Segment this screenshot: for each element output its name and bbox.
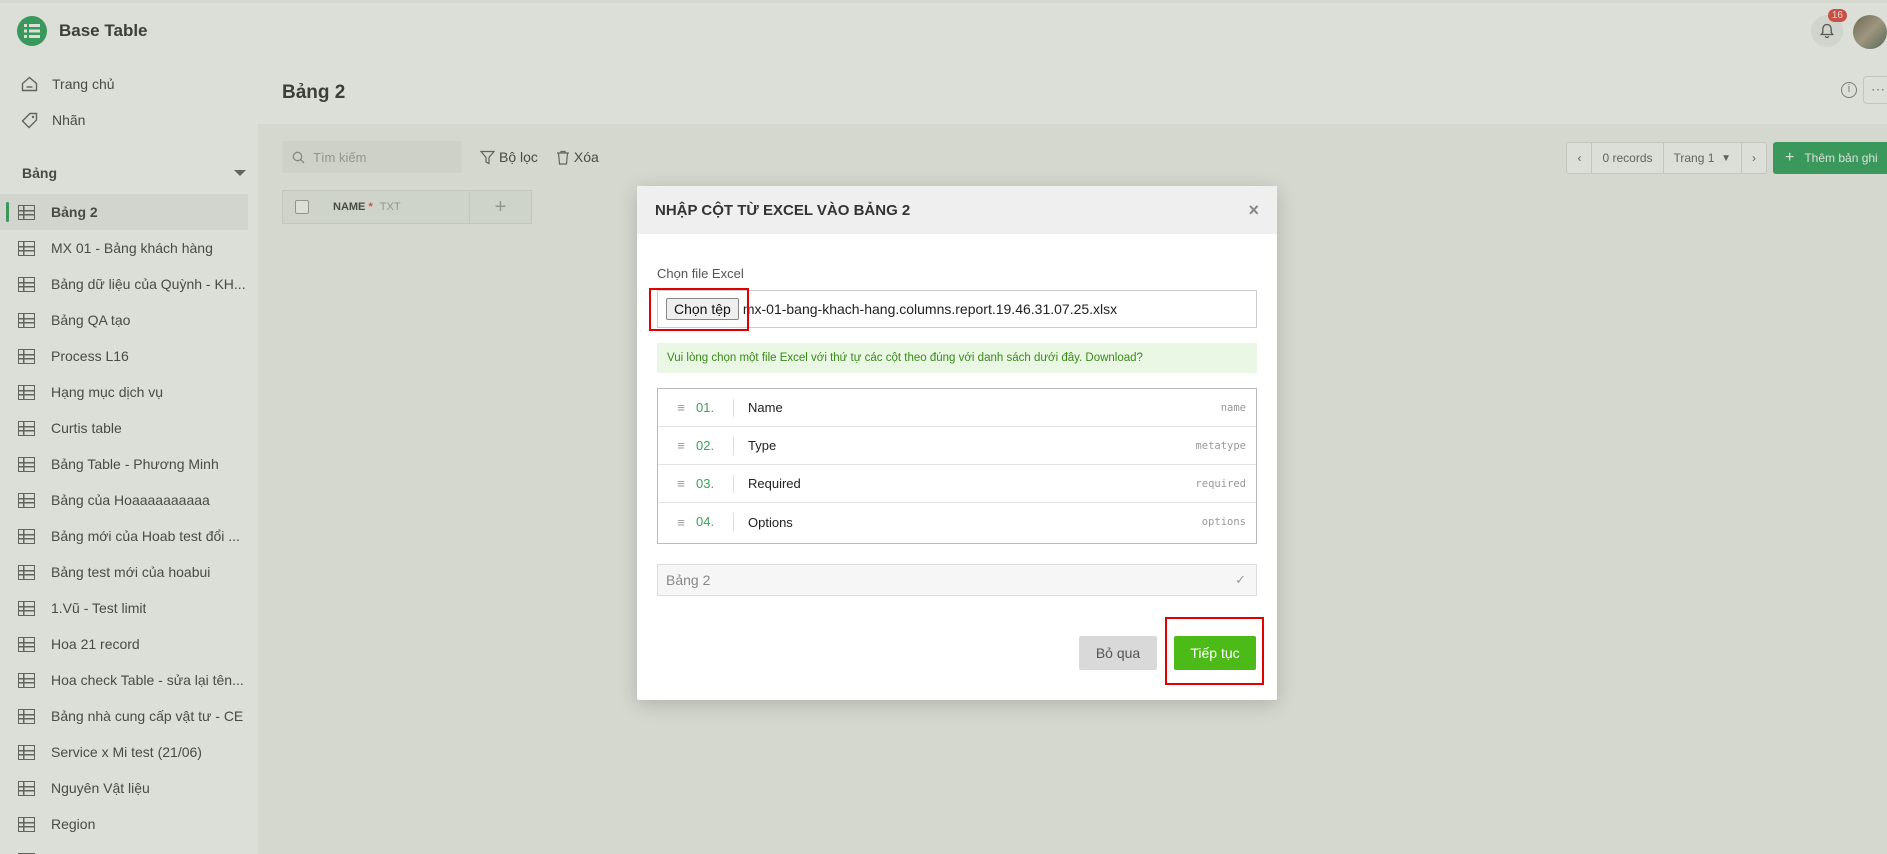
import-columns-modal: NHẬP CỘT TỪ EXCEL VÀO BẢNG 2 × Chọn file… <box>637 186 1277 700</box>
column-key: options <box>1201 516 1246 528</box>
drag-handle-icon[interactable]: ≡ <box>666 400 696 415</box>
column-key: required <box>1195 477 1246 490</box>
check-icon: ✓ <box>1235 572 1246 587</box>
highlight-box-choose-file <box>649 288 749 331</box>
column-key: metatype <box>1195 439 1246 452</box>
drag-handle-icon[interactable]: ≡ <box>666 438 696 453</box>
modal-title: NHẬP CỘT TỪ EXCEL VÀO BẢNG 2 <box>655 201 911 219</box>
file-label: Chọn file Excel <box>657 266 744 281</box>
highlight-box-continue <box>1165 617 1264 685</box>
target-table-value: Bảng 2 <box>666 572 711 588</box>
skip-button[interactable]: Bỏ qua <box>1079 636 1157 670</box>
column-label: Type <box>748 438 777 453</box>
column-row[interactable]: ≡ 04. Options options <box>658 503 1256 541</box>
modal-header: NHẬP CỘT TỪ EXCEL VÀO BẢNG 2 × <box>637 186 1277 234</box>
close-icon[interactable]: × <box>1248 200 1259 221</box>
column-key: name <box>1220 401 1246 414</box>
drag-handle-icon[interactable]: ≡ <box>666 476 696 491</box>
column-number: 01. <box>696 398 734 417</box>
instruction-notice[interactable]: Vui lòng chọn một file Excel với thứ tự … <box>657 343 1257 373</box>
column-row[interactable]: ≡ 01. Name name <box>658 389 1256 427</box>
column-label: Required <box>748 476 801 491</box>
column-number: 03. <box>696 474 734 493</box>
column-row[interactable]: ≡ 03. Required required <box>658 465 1256 503</box>
column-label: Options <box>748 514 793 530</box>
file-name: mx-01-bang-khach-hang.columns.report.19.… <box>742 301 1118 317</box>
drag-handle-icon[interactable]: ≡ <box>666 515 696 530</box>
target-table-field[interactable]: Bảng 2 ✓ <box>657 564 1257 596</box>
column-number: 04. <box>696 513 734 531</box>
column-number: 02. <box>696 436 734 455</box>
column-row[interactable]: ≡ 02. Type metatype <box>658 427 1256 465</box>
column-label: Name <box>748 400 783 415</box>
column-list: ≡ 01. Name name ≡ 02. Type metatype ≡ 03… <box>657 388 1257 544</box>
